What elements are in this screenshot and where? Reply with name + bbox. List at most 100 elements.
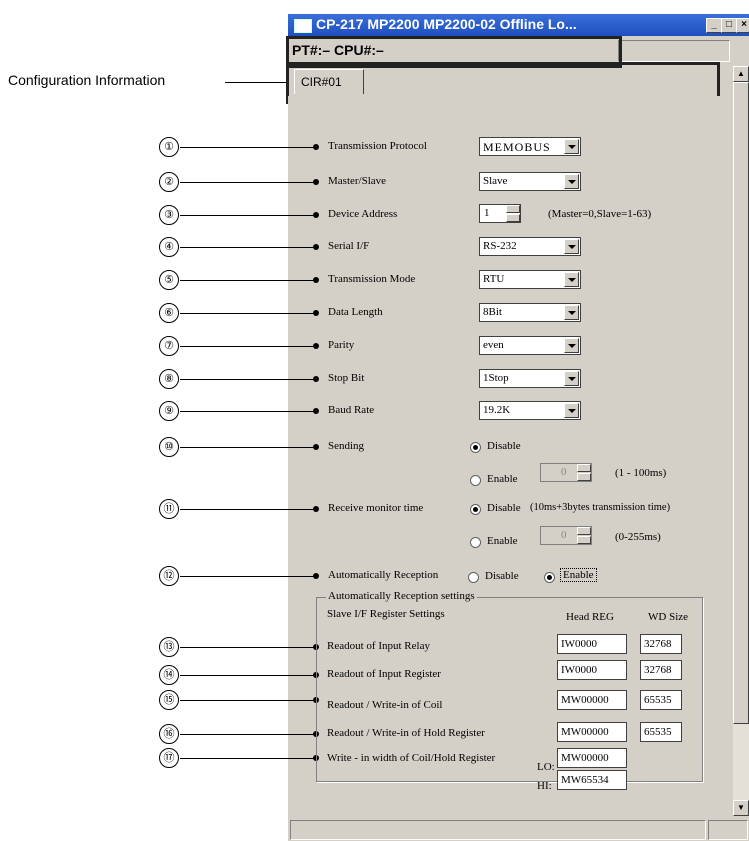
hold-register-head-value: MW00000 <box>561 726 609 738</box>
sending-interval-value: 0 <box>561 466 567 478</box>
data-length-select[interactable]: 8Bit <box>479 303 581 322</box>
callout-5: ⑤ <box>159 270 179 290</box>
device-address-stepper[interactable]: 1 <box>479 204 521 223</box>
receive-monitor-enable-radio[interactable] <box>470 537 481 548</box>
data-length-label: Data Length <box>328 306 383 318</box>
callout-10: ⑩ <box>159 437 179 457</box>
spin-down-icon[interactable] <box>577 536 591 544</box>
sending-enable-radio[interactable] <box>470 475 481 486</box>
write-width-lo-label: LO: <box>537 761 555 773</box>
receive-monitor-disable-label: Disable <box>487 502 521 514</box>
chevron-down-icon <box>564 174 579 189</box>
spin-up-icon[interactable] <box>577 464 591 472</box>
callout-15: ⑮ <box>159 690 179 710</box>
auto-reception-enable-radio[interactable] <box>544 572 555 583</box>
parity-select[interactable]: even <box>479 336 581 355</box>
auto-reception-disable-label: Disable <box>485 570 519 582</box>
minimize-button[interactable]: _ <box>706 18 722 33</box>
stop-bit-label: Stop Bit <box>328 372 365 384</box>
spin-buttons <box>577 527 591 544</box>
callout-line-8 <box>180 379 317 380</box>
coil-label: Readout / Write-in of Coil <box>327 699 443 711</box>
transmission-mode-select[interactable]: RTU <box>479 270 581 289</box>
callout-line-9 <box>180 411 317 412</box>
callout-13: ⑬ <box>159 637 179 657</box>
callout-line-10 <box>180 447 317 448</box>
close-button[interactable]: × <box>736 18 749 33</box>
callout-dot-5 <box>313 277 319 283</box>
stop-bit-select[interactable]: 1Stop <box>479 369 581 388</box>
vertical-scrollbar[interactable]: ▲ ▼ <box>733 66 749 816</box>
callout-dot-6 <box>313 310 319 316</box>
write-width-lo-field[interactable]: MW00000 <box>557 748 627 768</box>
baud-rate-label: Baud Rate <box>328 404 375 416</box>
spin-down-icon[interactable] <box>506 214 520 222</box>
chevron-down-icon <box>564 239 579 254</box>
callout-line-6 <box>180 313 317 314</box>
receive-monitor-enable-label: Enable <box>487 535 518 547</box>
receive-monitor-disable-radio[interactable] <box>470 504 481 515</box>
input-register-head-field[interactable]: IW0000 <box>557 660 627 680</box>
callout-line-5 <box>180 280 317 281</box>
write-width-hi-label: HI: <box>537 780 552 792</box>
master-slave-value: Slave <box>483 175 508 187</box>
receive-monitor-note: (10ms+3bytes transmission time) <box>530 502 671 513</box>
input-register-size-field[interactable]: 32768 <box>640 660 682 680</box>
scroll-down-arrow-icon[interactable]: ▼ <box>733 800 749 816</box>
callout-dot-12 <box>313 573 319 579</box>
baud-rate-select[interactable]: 19.2K <box>479 401 581 420</box>
input-relay-size-field[interactable]: 32768 <box>640 634 682 654</box>
coil-head-value: MW00000 <box>561 694 609 706</box>
receive-monitor-range: (0-255ms) <box>615 531 661 543</box>
spin-up-icon[interactable] <box>506 205 520 213</box>
chevron-down-icon <box>564 305 579 320</box>
config-info-label: Configuration Information <box>8 72 166 88</box>
master-slave-label: Master/Slave <box>328 175 387 187</box>
callout-line-3 <box>180 215 317 216</box>
window-titlebar[interactable]: CP-217 MP2200 MP2200-02 Offline Lo... _ … <box>288 14 749 36</box>
wd-size-header: WD Size <box>648 611 689 623</box>
hold-register-head-field[interactable]: MW00000 <box>557 722 627 742</box>
serial-if-value: RS-232 <box>483 240 517 252</box>
write-width-hi-field[interactable]: MW65534 <box>557 770 627 790</box>
maximize-button[interactable]: □ <box>721 18 737 33</box>
parity-label: Parity <box>328 339 355 351</box>
auto-reception-group-title: Automatically Reception settings <box>326 590 477 602</box>
input-relay-label: Readout of Input Relay <box>327 640 430 652</box>
scroll-up-arrow-icon[interactable]: ▲ <box>733 66 749 82</box>
scroll-thumb[interactable] <box>733 82 749 724</box>
hold-register-label: Readout / Write-in of Hold Register <box>327 727 485 739</box>
device-address-value: 1 <box>484 207 490 219</box>
sending-interval-stepper[interactable]: 0 <box>540 463 592 482</box>
sending-disable-radio[interactable] <box>470 442 481 453</box>
auto-reception-disable-radio[interactable] <box>468 572 479 583</box>
chevron-down-icon <box>564 272 579 287</box>
sending-enable-label: Enable <box>487 473 518 485</box>
coil-head-field[interactable]: MW00000 <box>557 690 627 710</box>
auto-reception-enable-label: Enable <box>560 568 597 582</box>
callout-dot-4 <box>313 244 319 250</box>
callout-dot-7 <box>313 343 319 349</box>
spin-down-icon[interactable] <box>577 473 591 481</box>
transmission-mode-value: RTU <box>483 273 505 285</box>
receive-monitor-stepper[interactable]: 0 <box>540 526 592 545</box>
transmission-protocol-select[interactable]: MEMOBUS <box>479 137 581 156</box>
input-relay-size-value: 32768 <box>644 638 672 650</box>
spin-buttons <box>577 464 591 481</box>
hold-register-size-field[interactable]: 65535 <box>640 722 682 742</box>
coil-size-field[interactable]: 65535 <box>640 690 682 710</box>
hold-register-size-value: 65535 <box>644 726 672 738</box>
callout-line-1 <box>180 147 317 148</box>
callout-1: ① <box>159 137 179 157</box>
stop-bit-value: 1Stop <box>483 372 509 384</box>
callout-dot-11 <box>313 506 319 512</box>
spin-up-icon[interactable] <box>577 527 591 535</box>
input-relay-head-field[interactable]: IW0000 <box>557 634 627 654</box>
serial-if-select[interactable]: RS-232 <box>479 237 581 256</box>
input-register-size-value: 32768 <box>644 664 672 676</box>
callout-line-13 <box>180 647 317 648</box>
transmission-protocol-label: Transmission Protocol <box>328 140 427 152</box>
head-reg-header: Head REG <box>566 611 614 623</box>
master-slave-select[interactable]: Slave <box>479 172 581 191</box>
callout-9: ⑨ <box>159 401 179 421</box>
